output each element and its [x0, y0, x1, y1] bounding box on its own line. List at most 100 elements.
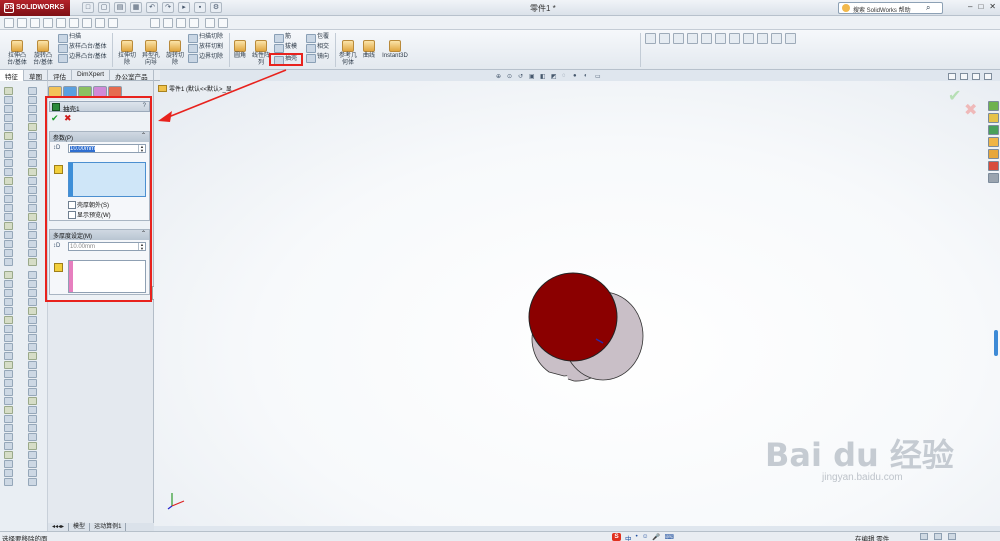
toolbar-icon[interactable] — [163, 18, 173, 28]
sketch-tool-icon[interactable] — [28, 388, 37, 396]
ime-voice-icon[interactable]: 🎤 — [652, 533, 660, 541]
section-view-icon[interactable] — [687, 33, 698, 44]
display-style-icon[interactable]: ◩ — [551, 73, 559, 81]
sketch-tool-icon[interactable] — [28, 141, 37, 149]
sketch-tool-icon[interactable] — [4, 186, 13, 194]
redo-icon[interactable]: ↷ — [162, 2, 174, 13]
sketch-tool-icon[interactable] — [28, 204, 37, 212]
view-orientation-icon[interactable] — [701, 33, 712, 44]
sketch-tool-icon[interactable] — [28, 298, 37, 306]
toolbar-icon[interactable] — [4, 18, 14, 28]
sketch-tool-icon[interactable] — [28, 222, 37, 230]
fillet-button[interactable]: 圆角 — [230, 40, 250, 60]
print-icon[interactable]: ▦ — [130, 2, 142, 13]
sketch-tool-icon[interactable] — [28, 186, 37, 194]
sketch-tool-icon[interactable] — [4, 231, 13, 239]
sketch-tool-icon[interactable] — [4, 433, 13, 441]
sketch-tool-icon[interactable] — [28, 123, 37, 131]
toolbar-icon[interactable] — [108, 18, 118, 28]
sogou-ime-icon[interactable]: S — [612, 533, 621, 541]
sketch-tool-icon[interactable] — [28, 96, 37, 104]
task-pane-scroll-handle[interactable] — [994, 330, 998, 356]
curves-button[interactable]: 曲线 — [360, 40, 378, 60]
viewport-button[interactable] — [960, 73, 968, 80]
render-icon[interactable] — [771, 33, 782, 44]
toolbar-icon[interactable] — [43, 18, 53, 28]
sketch-tool-icon[interactable] — [28, 460, 37, 468]
reference-geometry-button[interactable]: 参考几 何体 — [336, 40, 360, 67]
extrude-boss-button[interactable]: 拉伸凸 台/基体 — [4, 40, 30, 67]
sketch-tool-icon[interactable] — [28, 370, 37, 378]
tab-features[interactable]: 特征 — [0, 70, 24, 81]
viewport-button[interactable] — [984, 73, 992, 80]
sketch-tool-icon[interactable] — [28, 442, 37, 450]
previous-view-icon[interactable] — [673, 33, 684, 44]
sketch-tool-icon[interactable] — [4, 307, 13, 315]
restore-button[interactable]: □ — [978, 2, 983, 11]
sketch-tool-icon[interactable] — [4, 222, 13, 230]
view-settings-icon[interactable]: ▭ — [595, 73, 603, 81]
sketch-tool-icon[interactable] — [4, 204, 13, 212]
sketch-tool-icon[interactable] — [4, 280, 13, 288]
loft-cut-button[interactable]: 放样切割 — [188, 43, 223, 53]
sketch-tool-icon[interactable] — [28, 415, 37, 423]
sketch-tool-icon[interactable] — [28, 433, 37, 441]
sketch-tool-icon[interactable] — [28, 343, 37, 351]
sketch-tool-icon[interactable] — [4, 325, 13, 333]
confirmation-cancel-icon[interactable]: ✖ — [964, 100, 977, 120]
view-palette-icon[interactable] — [988, 149, 999, 159]
sketch-tool-icon[interactable] — [4, 96, 13, 104]
sketch-tool-icon[interactable] — [4, 289, 13, 297]
sketch-tool-icon[interactable] — [4, 406, 13, 414]
custom-properties-icon[interactable] — [988, 173, 999, 183]
close-button[interactable]: ✕ — [989, 2, 996, 11]
viewport-button[interactable] — [948, 73, 956, 80]
sketch-tool-icon[interactable] — [28, 87, 37, 95]
sketch-tool-icon[interactable] — [4, 424, 13, 432]
sketch-tool-icon[interactable] — [28, 280, 37, 288]
sketch-tool-icon[interactable] — [4, 442, 13, 450]
sketch-tool-icon[interactable] — [28, 195, 37, 203]
scene-icon[interactable] — [757, 33, 768, 44]
mirror-button[interactable]: 镜向 — [306, 53, 329, 63]
sketch-tool-icon[interactable] — [4, 177, 13, 185]
sketch-tool-icon[interactable] — [28, 451, 37, 459]
toolbar-icon[interactable] — [176, 18, 186, 28]
sketch-tool-icon[interactable] — [28, 469, 37, 477]
sketch-tool-icon[interactable] — [28, 132, 37, 140]
sketch-tool-icon[interactable] — [28, 159, 37, 167]
display-style-icon[interactable] — [715, 33, 726, 44]
edit-appearance-icon[interactable] — [743, 33, 754, 44]
sketch-tool-icon[interactable] — [4, 105, 13, 113]
flyout-feature-tree[interactable]: 零件1 (默认<<默认>_显 — [158, 84, 232, 93]
sketch-tool-icon[interactable] — [28, 325, 37, 333]
sketch-tool-icon[interactable] — [4, 352, 13, 360]
rebuild-icon[interactable]: ▪ — [194, 2, 206, 13]
sketch-tool-icon[interactable] — [28, 424, 37, 432]
sketch-tool-icon[interactable] — [4, 87, 13, 95]
zoom-area-icon[interactable] — [659, 33, 670, 44]
tab-dimxpert[interactable]: DimXpert — [72, 70, 111, 81]
select-icon[interactable]: ▸ — [178, 2, 190, 13]
design-library-icon[interactable] — [988, 113, 999, 123]
sketch-tool-icon[interactable] — [4, 451, 13, 459]
sketch-tool-icon[interactable] — [28, 177, 37, 185]
minimize-button[interactable]: – — [968, 2, 972, 11]
viewport-button[interactable] — [972, 73, 980, 80]
ime-mode[interactable]: 中 — [625, 533, 632, 541]
sketch-tool-icon[interactable] — [4, 379, 13, 387]
sketch-tool-icon[interactable] — [4, 478, 13, 486]
sketch-tool-icon[interactable] — [28, 231, 37, 239]
sketch-tool-icon[interactable] — [4, 370, 13, 378]
intersect-button[interactable]: 相交 — [306, 43, 329, 53]
sketch-tool-icon[interactable] — [4, 213, 13, 221]
sketch-tool-icon[interactable] — [28, 478, 37, 486]
tab-evaluate[interactable]: 评估 — [48, 70, 72, 81]
sketch-tool-icon[interactable] — [4, 132, 13, 140]
sketch-tool-icon[interactable] — [4, 114, 13, 122]
toolbar-icon[interactable] — [82, 18, 92, 28]
sketch-tool-icon[interactable] — [4, 388, 13, 396]
sketch-tool-icon[interactable] — [4, 168, 13, 176]
zoom-area-icon[interactable]: ⊙ — [507, 73, 515, 81]
sketch-tool-icon[interactable] — [28, 240, 37, 248]
